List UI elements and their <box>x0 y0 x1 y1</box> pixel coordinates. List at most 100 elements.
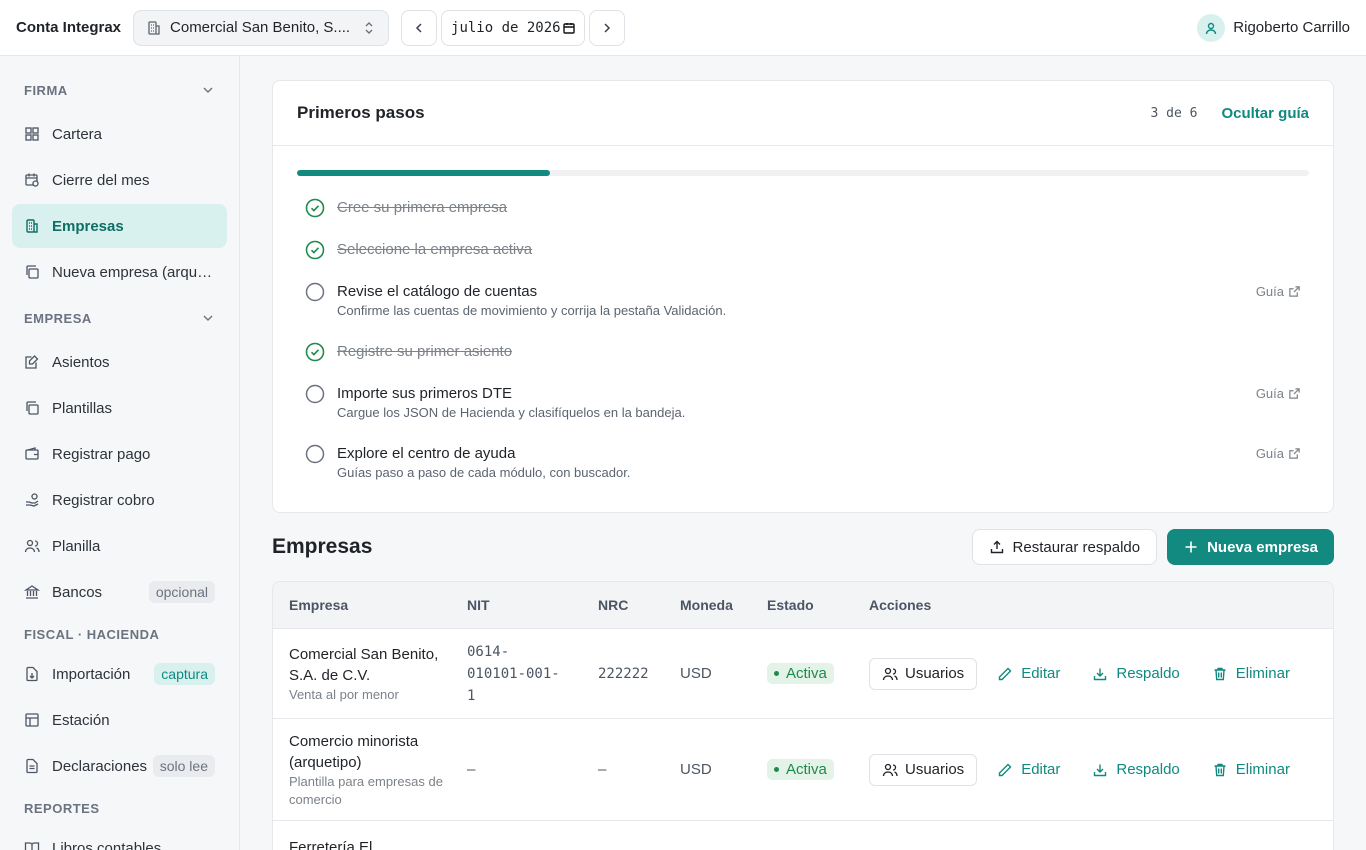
users-button[interactable]: Usuarios <box>869 753 978 786</box>
currency-cell: USD <box>680 761 712 778</box>
status-badge: Activa <box>767 663 834 684</box>
sidebar-item-nueva-empresa[interactable]: Nueva empresa (arquetipo) <box>12 250 227 294</box>
sidebar-item-cierre-del-mes[interactable]: Cierre del mes <box>12 158 227 202</box>
chevron-down-icon <box>201 83 215 97</box>
restore-backup-button[interactable]: Restaurar respaldo <box>971 529 1158 565</box>
sidebar-item-asientos[interactable]: Asientos <box>12 340 227 384</box>
column-header-moneda[interactable]: Moneda <box>680 597 767 613</box>
step-title: Registre su primer asiento <box>337 343 513 360</box>
check-circle-icon <box>305 240 325 260</box>
plus-icon <box>1183 539 1199 555</box>
app-brand[interactable]: Conta Integrax <box>16 19 121 36</box>
table-row[interactable]: Comercial San Benito, S.A. de C.V. Venta … <box>273 629 1333 719</box>
step-item[interactable]: Explore el centro de ayuda Guías paso a p… <box>305 436 1301 496</box>
sidebar-item-importacion[interactable]: Importación captura <box>12 652 227 696</box>
hide-guide-link[interactable]: Ocultar guía <box>1221 105 1309 122</box>
copy-icon <box>24 264 40 280</box>
layout-icon <box>24 712 40 728</box>
calendar-icon[interactable] <box>563 22 575 34</box>
step-item[interactable]: Seleccione la empresa activa <box>305 232 1301 274</box>
sidebar-item-declaraciones[interactable]: Declaraciones solo lee <box>12 744 227 788</box>
empresas-header: Empresas Restaurar respaldo Nueva empres… <box>272 529 1334 565</box>
edit-note-icon <box>24 354 40 370</box>
step-title: Seleccione la empresa activa <box>337 241 533 258</box>
step-item[interactable]: Cree su primera empresa <box>305 190 1301 232</box>
step-item[interactable]: Revise el catálogo de cuentas Confirme la… <box>305 274 1301 334</box>
delete-label: Eliminar <box>1235 665 1290 682</box>
file-import-icon <box>24 666 40 682</box>
sidebar-item-estacion[interactable]: Estación <box>12 698 227 742</box>
company-selector[interactable]: Comercial San Benito, S.... <box>133 9 390 46</box>
grid-icon <box>24 126 40 142</box>
sidebar-item-planilla[interactable]: Planilla <box>12 524 227 568</box>
prev-month-button[interactable] <box>401 9 438 46</box>
column-header-nit[interactable]: NIT <box>467 597 598 613</box>
sidebar-item-empresas[interactable]: Empresas <box>12 204 227 248</box>
sidebar-item-registrar-pago[interactable]: Registrar pago <box>12 432 227 476</box>
status-dot <box>774 671 779 676</box>
sidebar-section-fiscal: FISCAL · HACIENDA <box>12 616 227 652</box>
guide-link[interactable]: Guía <box>1256 274 1301 299</box>
row-actions: Usuarios Editar Respaldo Eliminar <box>869 753 1333 786</box>
sidebar-item-label: Importación <box>52 665 131 683</box>
users-label: Usuarios <box>905 761 965 778</box>
next-month-button[interactable] <box>589 9 626 46</box>
sidebar-item-cartera[interactable]: Cartera <box>12 112 227 156</box>
column-header-acciones: Acciones <box>869 597 932 613</box>
external-link-icon <box>1288 285 1301 298</box>
user-menu[interactable]: Rigoberto Carrillo <box>1197 13 1350 42</box>
status-dot <box>774 767 779 772</box>
step-body: Registre su primer asiento <box>337 334 1301 360</box>
section-label: FISCAL · HACIENDA <box>24 626 160 642</box>
guide-link[interactable]: Guía <box>1256 376 1301 401</box>
sidebar-item-label: Registrar cobro <box>52 491 155 509</box>
circle-icon <box>305 384 325 404</box>
download-icon <box>1092 762 1108 778</box>
sidebar-section-empresa[interactable]: EMPRESA <box>12 296 227 340</box>
table-row[interactable]: Ferretería El <box>273 821 1333 850</box>
sidebar-item-bancos[interactable]: Bancos opcional <box>12 570 227 614</box>
top-bar: Conta Integrax Comercial San Benito, S..… <box>0 0 1366 56</box>
sidebar-item-label: Estación <box>52 711 110 729</box>
backup-button[interactable]: Respaldo <box>1092 665 1180 682</box>
sidebar-item-registrar-cobro[interactable]: Registrar cobro <box>12 478 227 522</box>
external-link-icon <box>1288 447 1301 460</box>
getting-started-card: Primeros pasos 3 de 6 Ocultar guía Cree … <box>272 80 1334 513</box>
restore-backup-label: Restaurar respaldo <box>1012 538 1141 556</box>
step-item[interactable]: Registre su primer asiento <box>305 334 1301 376</box>
sidebar: FIRMA Cartera Cierre del mes Empresas Nu… <box>0 56 240 850</box>
users-icon <box>24 538 40 554</box>
edit-button[interactable]: Editar <box>997 665 1060 682</box>
trash-icon <box>1212 666 1228 682</box>
delete-button[interactable]: Eliminar <box>1212 665 1290 682</box>
month-input-value: julio de 2026 <box>451 19 561 36</box>
sidebar-item-libros-contables[interactable]: Libros contables <box>12 826 227 850</box>
column-header-nrc[interactable]: NRC <box>598 597 680 613</box>
users-button[interactable]: Usuarios <box>869 657 978 690</box>
step-description: Cargue los JSON de Hacienda y clasifíque… <box>337 405 686 420</box>
column-header-estado[interactable]: Estado <box>767 597 869 613</box>
table-row[interactable]: Comercio minorista (arquetipo) Plantilla … <box>273 719 1333 821</box>
delete-button[interactable]: Eliminar <box>1212 761 1290 778</box>
step-description: Guías paso a paso de cada módulo, con bu… <box>337 465 631 480</box>
sidebar-section-firma[interactable]: FIRMA <box>12 68 227 112</box>
guide-link[interactable]: Guía <box>1256 436 1301 461</box>
edit-button[interactable]: Editar <box>997 761 1060 778</box>
nit-cell: — <box>467 761 476 778</box>
user-name: Rigoberto Carrillo <box>1233 19 1350 36</box>
section-label: FIRMA <box>24 82 68 98</box>
backup-button[interactable]: Respaldo <box>1092 761 1180 778</box>
new-company-button[interactable]: Nueva empresa <box>1167 529 1334 565</box>
users-icon <box>882 762 898 778</box>
status-cell: Activa <box>767 759 869 780</box>
sidebar-item-plantillas[interactable]: Plantillas <box>12 386 227 430</box>
building-icon <box>24 218 40 234</box>
capture-badge: captura <box>154 663 215 685</box>
month-navigator: julio de 2026 <box>401 9 626 46</box>
column-header-empresa[interactable]: Empresa <box>273 597 467 613</box>
month-input[interactable]: julio de 2026 <box>441 9 586 46</box>
sidebar-item-label: Cartera <box>52 125 103 143</box>
sidebar-item-label: Empresas <box>52 217 124 235</box>
company-cell: Comercial San Benito, S.A. de C.V. Venta … <box>273 644 467 704</box>
step-item[interactable]: Importe sus primeros DTE Cargue los JSON … <box>305 376 1301 436</box>
